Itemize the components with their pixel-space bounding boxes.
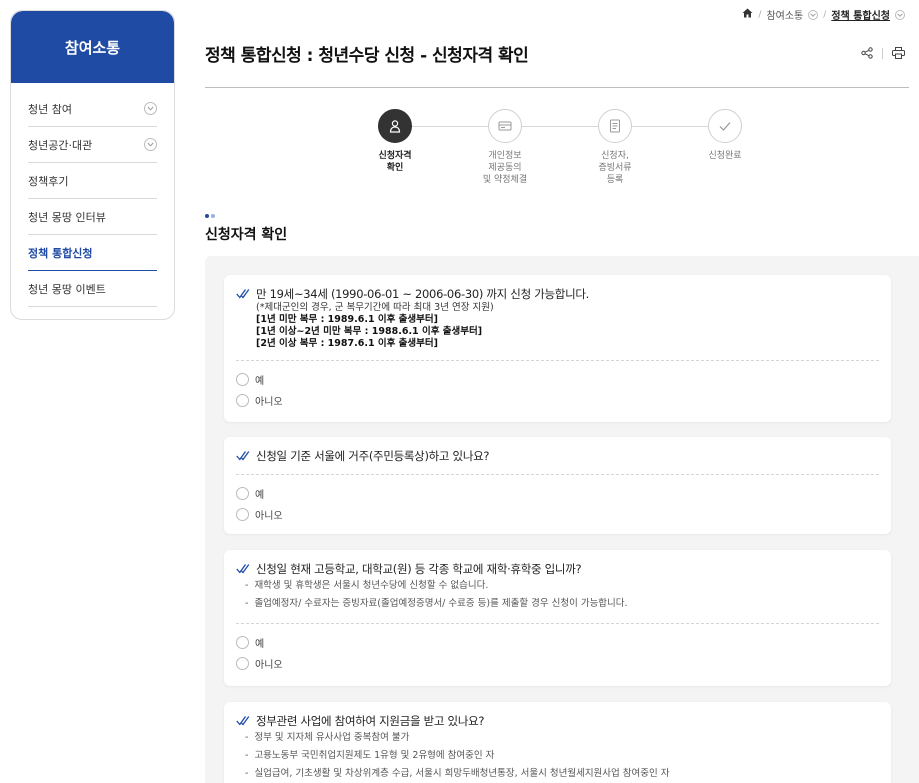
chevron-down-icon[interactable] — [144, 102, 157, 115]
title-divider — [205, 87, 909, 88]
radio-circle[interactable] — [236, 487, 249, 500]
title-tools — [861, 44, 905, 63]
question-head: 신청일 현재 고등학교, 대학교(원) 등 각종 학교에 재학·휴학중 입니까? — [236, 562, 879, 577]
radio-no[interactable]: 아니오 — [236, 504, 879, 525]
breadcrumb-level1[interactable]: 참여소통 — [766, 7, 803, 22]
print-icon[interactable] — [892, 44, 905, 63]
radio-circle[interactable] — [236, 373, 249, 386]
double-check-icon — [236, 289, 250, 299]
question-note: 재학생 및 휴학생은 서울시 청년수당에 신청할 수 없습니다. — [236, 577, 879, 595]
radio-label: 예 — [255, 639, 265, 650]
question-card: 만 19세~34세 (1990-06-01 ~ 2006-06-30) 까지 신… — [224, 275, 891, 422]
question-area: 만 19세~34세 (1990-06-01 ~ 2006-06-30) 까지 신… — [205, 256, 919, 783]
sidebar-item-label: 정책 통합신청 — [28, 246, 93, 260]
question-text: 신청일 현재 고등학교, 대학교(원) 등 각종 학교에 재학·휴학중 입니까? — [256, 562, 582, 576]
sidebar-title: 참여소통 — [11, 11, 174, 83]
breadcrumb: / 참여소통 / 정책 통합신청 — [742, 7, 905, 22]
radio-label: 아니오 — [255, 511, 283, 522]
radio-circle[interactable] — [236, 657, 249, 670]
sidebar-item-label: 청년 몽땅 이벤트 — [28, 282, 106, 296]
breadcrumb-separator: / — [758, 9, 762, 20]
share-icon[interactable] — [861, 44, 873, 63]
section-title: 신청자격 확인 — [205, 227, 288, 243]
question-note: 고용노동부 국민취업지원제도 1유형 및 2유형에 참여중인 자 — [236, 747, 879, 765]
radio-circle[interactable] — [236, 636, 249, 649]
question-card: 신청일 기준 서울에 거주(주민등록상)하고 있나요? 예 아니오 — [224, 437, 891, 534]
radio-label: 예 — [255, 490, 265, 501]
question-text: 정부관련 사업에 참여하여 지원금을 받고 있나요? — [256, 714, 485, 728]
breadcrumb-current[interactable]: 정책 통합신청 — [831, 7, 890, 22]
radio-yes[interactable]: 예 — [236, 483, 879, 504]
chevron-down-icon[interactable] — [144, 138, 157, 151]
step-label: 신청자, 증빙서류 등록 — [598, 151, 632, 185]
question-card: 신청일 현재 고등학교, 대학교(원) 등 각종 학교에 재학·휴학중 입니까?… — [224, 550, 891, 686]
sidebar-item-youth-space[interactable]: 청년공간·대관 — [28, 127, 157, 163]
question-divider — [236, 474, 879, 475]
radio-yes[interactable]: 예 — [236, 369, 879, 390]
radio-circle[interactable] — [236, 508, 249, 521]
sidebar-item-policy-review[interactable]: 정책후기 — [28, 163, 157, 199]
radio-label: 예 — [255, 376, 265, 387]
question-head: 신청일 기준 서울에 거주(주민등록상)하고 있나요? — [236, 449, 879, 464]
step-complete: 신청완료 — [670, 109, 780, 162]
sidebar-item-policy-application[interactable]: 정책 통합신청 — [28, 235, 157, 271]
chevron-down-icon[interactable] — [895, 9, 905, 20]
radio-no[interactable]: 아니오 — [236, 390, 879, 411]
step-eligibility: 신청자격 확인 — [340, 109, 450, 174]
sidebar-item-interview[interactable]: 청년 몽땅 인터뷰 — [28, 199, 157, 235]
radio-yes[interactable]: 예 — [236, 632, 879, 653]
step-label: 신청완료 — [708, 151, 742, 161]
user-icon — [378, 109, 412, 143]
question-subtext: (*제대군인의 경우, 군 복무기간에 따라 최대 3년 연장 지원) — [256, 302, 494, 313]
double-check-icon — [236, 564, 250, 574]
question-subtext: [1년 이상~2년 미만 복무 : 1988.6.1 이후 출생부터] — [256, 326, 483, 337]
double-check-icon — [236, 716, 250, 726]
step-label: 개인정보 제공동의 및 약정체결 — [482, 151, 528, 185]
tools-divider — [882, 48, 883, 59]
sidebar-item-label: 정책후기 — [28, 174, 69, 188]
question-card: 정부관련 사업에 참여하여 지원금을 받고 있나요? 정부 및 지자체 유사사업… — [224, 702, 891, 783]
radio-label: 아니오 — [255, 660, 283, 671]
question-head: 만 19세~34세 (1990-06-01 ~ 2006-06-30) 까지 신… — [236, 287, 879, 350]
double-check-icon — [236, 451, 250, 461]
question-note: 정부 및 지자체 유사사업 중복참여 불가 — [236, 729, 879, 747]
check-icon — [708, 109, 742, 143]
radio-circle[interactable] — [236, 394, 249, 407]
home-icon[interactable] — [742, 8, 753, 21]
radio-no[interactable]: 아니오 — [236, 653, 879, 674]
question-head: 정부관련 사업에 참여하여 지원금을 받고 있나요? — [236, 714, 879, 729]
question-text: 신청일 기준 서울에 거주(주민등록상)하고 있나요? — [256, 449, 490, 463]
card-icon — [488, 109, 522, 143]
sidebar-item-label: 청년공간·대관 — [28, 138, 93, 152]
sidebar: 참여소통 청년 참여 청년공간·대관 정책후기 청년 몽땅 인터뷰 정책 통합신… — [10, 10, 175, 320]
sidebar-item-youth-participation[interactable]: 청년 참여 — [28, 91, 157, 127]
question-subtext: [2년 이상 복무 : 1987.6.1 이후 출생부터] — [256, 338, 438, 349]
chevron-down-icon[interactable] — [808, 9, 819, 20]
step-indicator: 신청자격 확인 개인정보 제공동의 및 약정체결 신청자, 증빙서류 등록 신청… — [340, 109, 780, 199]
step-label: 신청자격 확인 — [378, 151, 412, 173]
sidebar-item-label: 청년 참여 — [28, 102, 72, 116]
sidebar-menu: 청년 참여 청년공간·대관 정책후기 청년 몽땅 인터뷰 정책 통합신청 청년 … — [11, 91, 174, 307]
question-divider — [236, 623, 879, 624]
sidebar-item-label: 청년 몽땅 인터뷰 — [28, 210, 106, 224]
step-documents: 신청자, 증빙서류 등록 — [560, 109, 670, 186]
question-text: 만 19세~34세 (1990-06-01 ~ 2006-06-30) 까지 신… — [256, 287, 589, 301]
step-consent: 개인정보 제공동의 및 약정체결 — [450, 109, 560, 186]
radio-label: 아니오 — [255, 397, 283, 408]
question-note: 졸업예정자/ 수료자는 증빙자료(졸업예정증명서/ 수료증 등)를 제출할 경우… — [236, 595, 879, 613]
question-subtext: [1년 미만 복무 : 1989.6.1 이후 출생부터] — [256, 314, 438, 325]
question-note: 실업급여, 기초생활 및 차상위계층 수급, 서울시 희망두배청년통장, 서울시… — [236, 765, 879, 783]
page-title: 정책 통합신청 : 청년수당 신청 - 신청자격 확인 — [205, 46, 529, 66]
document-icon — [598, 109, 632, 143]
sidebar-item-event[interactable]: 청년 몽땅 이벤트 — [28, 271, 157, 307]
section-dots-icon — [205, 214, 215, 218]
question-divider — [236, 360, 879, 361]
breadcrumb-separator: / — [823, 9, 827, 20]
